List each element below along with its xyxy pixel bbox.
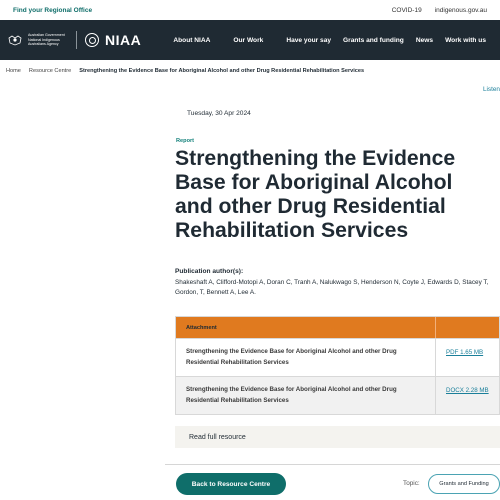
topic-tag[interactable]: Grants and Funding bbox=[428, 474, 500, 494]
table-row: Strengthening the Evidence Base for Abor… bbox=[176, 376, 499, 414]
nav-news[interactable]: News bbox=[410, 37, 439, 44]
table-row: Strengthening the Evidence Base for Abor… bbox=[176, 338, 499, 376]
attachment-name: Strengthening the Evidence Base for Abor… bbox=[176, 377, 436, 414]
attachments-table: Attachment Strengthening the Evidence Ba… bbox=[175, 316, 500, 415]
breadcrumb-resource-centre[interactable]: Resource Centre bbox=[29, 68, 71, 74]
docx-download-link[interactable]: DOCX 2.28 MB bbox=[436, 377, 499, 414]
listen-button[interactable]: Listen bbox=[483, 86, 500, 93]
nav-our-work[interactable]: Our Work bbox=[227, 37, 280, 44]
content-type-label: Report bbox=[176, 138, 195, 144]
divider bbox=[165, 464, 500, 465]
topic-label: Topic: bbox=[403, 480, 420, 487]
niaa-emblem-icon bbox=[85, 33, 99, 47]
breadcrumb-home[interactable]: Home bbox=[6, 68, 21, 74]
primary-menu: About NIAA Our Work Have your say Grants… bbox=[167, 37, 492, 44]
utility-links: COVID-19 indigenous.gov.au bbox=[392, 7, 487, 14]
nav-have-your-say[interactable]: Have your say bbox=[280, 37, 337, 44]
publish-date: Tuesday, 30 Apr 2024 bbox=[187, 110, 251, 117]
attachment-column-header: Attachment bbox=[176, 317, 436, 338]
covid-link[interactable]: COVID-19 bbox=[392, 7, 422, 14]
government-wordmark: Australian Government National Indigenou… bbox=[28, 33, 65, 47]
attachments-header: Attachment bbox=[176, 317, 499, 338]
main-navigation: Australian Government National Indigenou… bbox=[0, 20, 500, 60]
nav-about-niaa[interactable]: About NIAA bbox=[167, 37, 227, 44]
attachment-name: Strengthening the Evidence Base for Abor… bbox=[176, 339, 436, 376]
breadcrumb: Home Resource Centre Strengthening the E… bbox=[6, 68, 364, 74]
nav-work-with-us[interactable]: Work with us bbox=[439, 37, 492, 44]
regional-office-link[interactable]: Find your Regional Office bbox=[13, 7, 92, 14]
utility-bar: Find your Regional Office COVID-19 indig… bbox=[0, 0, 500, 20]
pdf-download-link[interactable]: PDF 1.65 MB bbox=[436, 339, 493, 376]
coat-of-arms-icon bbox=[8, 35, 22, 46]
logo-group[interactable]: Australian Government National Indigenou… bbox=[8, 31, 141, 49]
back-to-resource-centre-button[interactable]: Back to Resource Centre bbox=[176, 473, 286, 495]
logo-divider bbox=[76, 31, 77, 49]
nav-grants-and-funding[interactable]: Grants and funding bbox=[337, 37, 410, 44]
niaa-wordmark: NIAA bbox=[105, 32, 142, 48]
authors-label: Publication author(s): bbox=[175, 268, 244, 275]
breadcrumb-current: Strengthening the Evidence Base for Abor… bbox=[79, 68, 365, 74]
authors-list: Shakeshaft A, Clifford-Motopi A, Doran C… bbox=[175, 279, 489, 296]
read-full-resource-link[interactable]: Read full resource bbox=[175, 426, 500, 448]
page-title: Strengthening the Evidence Base for Abor… bbox=[175, 147, 456, 242]
indigenous-gov-link[interactable]: indigenous.gov.au bbox=[435, 7, 487, 14]
